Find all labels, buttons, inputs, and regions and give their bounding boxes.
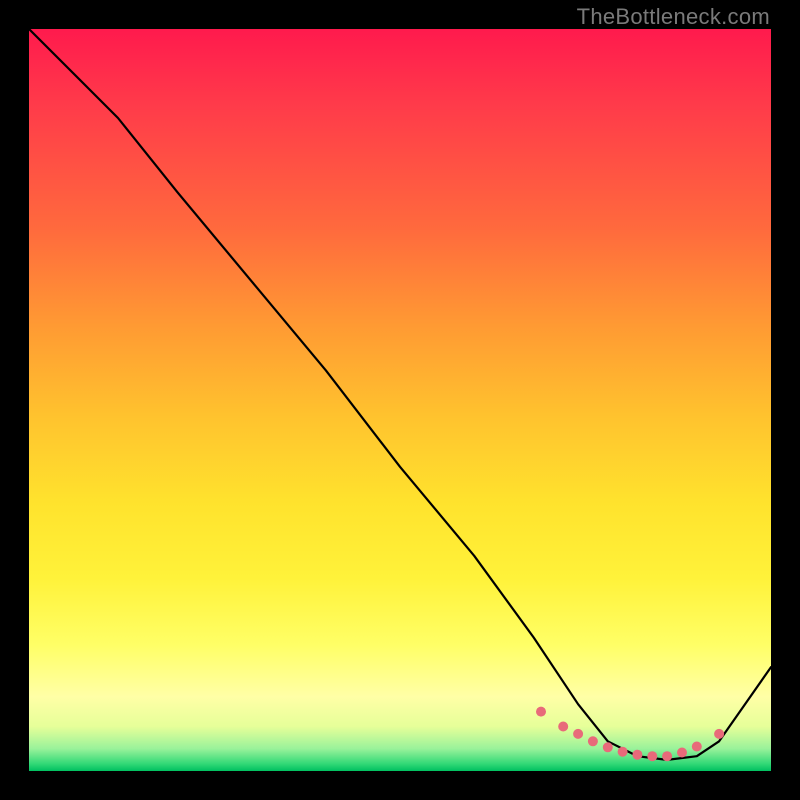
- trough-marker: [662, 751, 672, 761]
- trough-marker: [618, 747, 628, 757]
- trough-marker: [603, 742, 613, 752]
- trough-marker: [632, 750, 642, 760]
- trough-marker: [692, 742, 702, 752]
- trough-marker: [714, 729, 724, 739]
- line-plot: [29, 29, 771, 771]
- trough-marker: [536, 707, 546, 717]
- trough-marker: [558, 722, 568, 732]
- trough-marker: [647, 751, 657, 761]
- trough-marker: [573, 729, 583, 739]
- chart-frame: TheBottleneck.com: [0, 0, 800, 800]
- bottleneck-curve: [29, 29, 771, 760]
- watermark-text: TheBottleneck.com: [577, 4, 770, 30]
- trough-marker: [588, 736, 598, 746]
- trough-marker: [677, 748, 687, 758]
- plot-area: [29, 29, 771, 771]
